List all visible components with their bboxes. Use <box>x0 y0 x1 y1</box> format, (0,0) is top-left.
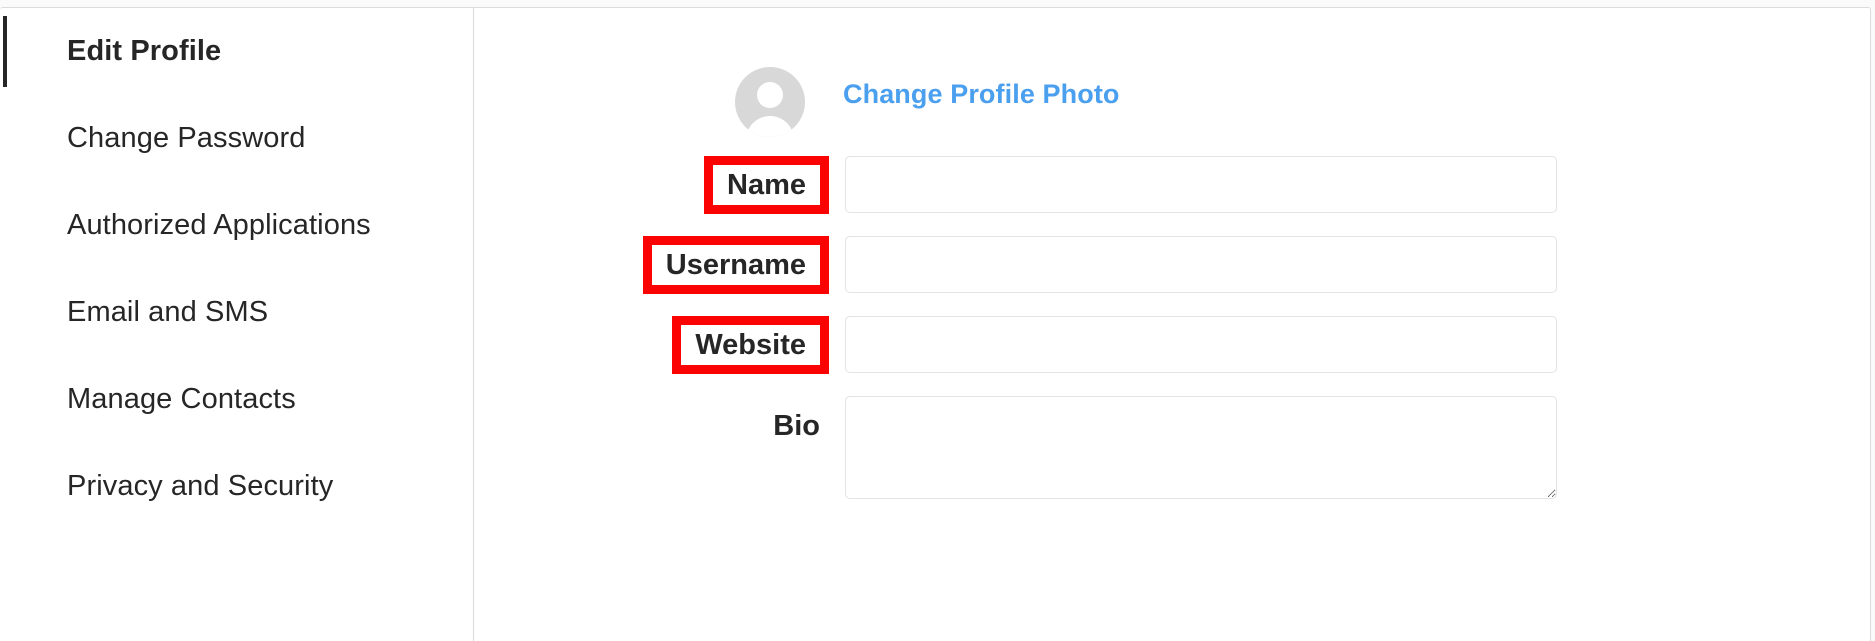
label-cell-bio: Bio <box>475 396 845 441</box>
input-cell-name <box>845 156 1870 213</box>
sidebar-item-edit-profile[interactable]: Edit Profile <box>0 8 474 95</box>
field-row-name: Name <box>475 156 1870 214</box>
sidebar-item-privacy-and-security[interactable]: Privacy and Security <box>0 443 474 530</box>
sidebar-item-email-and-sms[interactable]: Email and SMS <box>0 269 474 356</box>
avatar-body-shape <box>746 116 794 137</box>
sidebar-nav-list: Edit Profile Change Password Authorized … <box>0 8 474 530</box>
sidebar-item-change-password[interactable]: Change Password <box>0 95 474 182</box>
input-cell-website <box>845 316 1870 373</box>
field-label-username: Username <box>665 248 806 281</box>
input-cell-bio <box>845 396 1870 499</box>
username-input[interactable] <box>845 236 1557 293</box>
sidebar-item-authorized-applications[interactable]: Authorized Applications <box>0 182 474 269</box>
highlight-box-name: Name <box>704 156 829 214</box>
input-cell-username <box>845 236 1870 293</box>
label-cell-username: Username <box>475 236 845 294</box>
field-label-name: Name <box>727 168 806 201</box>
sidebar-item-label: Change Password <box>67 122 306 154</box>
avatar-head-shape <box>757 82 783 108</box>
sidebar-item-label: Authorized Applications <box>67 209 371 241</box>
settings-sidebar: Edit Profile Change Password Authorized … <box>0 8 474 641</box>
field-row-website: Website <box>475 316 1870 374</box>
settings-card: Edit Profile Change Password Authorized … <box>0 7 1871 641</box>
name-input[interactable] <box>845 156 1557 213</box>
sidebar-item-label: Manage Contacts <box>67 383 296 415</box>
field-row-username: Username <box>475 236 1870 294</box>
active-indicator-bar <box>3 16 7 87</box>
person-avatar-icon[interactable] <box>735 67 805 137</box>
highlight-box-username: Username <box>642 236 829 294</box>
sidebar-item-label: Email and SMS <box>67 296 269 328</box>
sidebar-item-label: Privacy and Security <box>67 470 334 502</box>
settings-page: Edit Profile Change Password Authorized … <box>0 0 1875 641</box>
bio-textarea[interactable] <box>845 396 1557 499</box>
change-profile-photo-link[interactable]: Change Profile Photo <box>843 63 1120 110</box>
website-input[interactable] <box>845 316 1557 373</box>
sidebar-item-manage-contacts[interactable]: Manage Contacts <box>0 356 474 443</box>
field-row-bio: Bio <box>475 396 1870 499</box>
field-label-website: Website <box>695 328 806 361</box>
avatar-cell <box>475 63 843 137</box>
label-cell-name: Name <box>475 156 845 214</box>
profile-photo-row: Change Profile Photo <box>475 63 1870 143</box>
edit-profile-form: Change Profile Photo Name Username Websi… <box>475 8 1870 641</box>
highlight-box-website: Website <box>672 316 829 374</box>
label-cell-website: Website <box>475 316 845 374</box>
field-label-bio: Bio <box>773 410 820 442</box>
sidebar-item-label: Edit Profile <box>67 35 222 67</box>
